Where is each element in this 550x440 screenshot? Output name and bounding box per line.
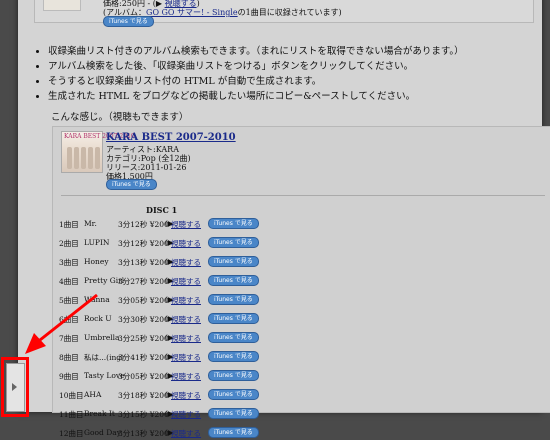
listen-link[interactable]: 視聴する bbox=[171, 371, 201, 382]
itunes-button[interactable]: iTunes で見る bbox=[208, 389, 259, 400]
listen-link[interactable]: 視聴する bbox=[171, 219, 201, 230]
track-title: LUPIN bbox=[84, 238, 110, 247]
cover-figure bbox=[95, 147, 100, 169]
itunes-button[interactable]: iTunes で見る bbox=[208, 294, 259, 305]
track-title: AHA bbox=[84, 390, 102, 399]
itunes-button[interactable]: iTunes で見る bbox=[208, 313, 259, 324]
track-title: Break It bbox=[84, 409, 115, 418]
itunes-button[interactable]: iTunes で見る bbox=[208, 332, 259, 343]
album-card: KARA BEST 2007-2010 KARA BEST 2007-2010 … bbox=[52, 126, 550, 438]
album-title-link[interactable]: KARA BEST 2007-2010 bbox=[106, 132, 236, 143]
disc-label: DISC 1 bbox=[146, 205, 178, 215]
divider bbox=[61, 195, 545, 196]
itunes-button[interactable]: iTunes で見る bbox=[208, 218, 259, 229]
cover-figure bbox=[81, 147, 86, 169]
track-title: Umbrella bbox=[84, 333, 120, 342]
album-cover[interactable]: KARA BEST 2007-2010 bbox=[61, 131, 135, 173]
itunes-button[interactable]: iTunes で見る bbox=[208, 351, 259, 362]
track-number: 12曲目 bbox=[59, 429, 84, 438]
feature-item: 収録楽曲リスト付きのアルバム検索もできます。（まれにリストを取得できない場合があ… bbox=[48, 44, 464, 59]
track-number: 8曲目 bbox=[59, 353, 79, 362]
listen-link[interactable]: 視聴する bbox=[171, 352, 201, 363]
itunes-button[interactable]: iTunes で見る bbox=[208, 275, 259, 286]
feature-item: 生成された HTML をブログなどの掲載したい場所にコピー&ペーストしてください… bbox=[48, 89, 464, 104]
itunes-button[interactable]: iTunes で見る bbox=[208, 370, 259, 381]
track-number: 6曲目 bbox=[59, 315, 79, 324]
listen-link[interactable]: 視聴する bbox=[171, 428, 201, 439]
track-title: Mr. bbox=[84, 219, 97, 228]
track-number: 9曲目 bbox=[59, 372, 79, 381]
sample-label: こんな感じ。（視聴もできます） bbox=[51, 112, 189, 123]
itunes-button[interactable]: iTunes で見る bbox=[208, 256, 259, 267]
track-number: 2曲目 bbox=[59, 239, 79, 248]
track-number: 11曲目 bbox=[59, 410, 84, 419]
feature-list: 収録楽曲リスト付きのアルバム検索もできます。（まれにリストを取得できない場合があ… bbox=[32, 44, 464, 104]
feature-item: アルバム検索をした後、「収録楽曲リストをつける」ボタンをクリックしてください。 bbox=[48, 59, 464, 74]
track-number: 3曲目 bbox=[59, 258, 79, 267]
itunes-button[interactable]: iTunes で見る bbox=[208, 427, 259, 438]
sidebar-toggle-handle[interactable] bbox=[6, 363, 25, 412]
listen-link[interactable]: 視聴する bbox=[171, 257, 201, 268]
track-title: Good Day bbox=[84, 428, 121, 437]
track-number: 1曲目 bbox=[59, 220, 79, 229]
track-number: 10曲目 bbox=[59, 391, 84, 400]
itunes-button[interactable]: iTunes で見る bbox=[106, 179, 157, 190]
listen-link[interactable]: 視聴する bbox=[171, 238, 201, 249]
listen-link[interactable]: 視聴する bbox=[171, 295, 201, 306]
track-number: 5曲目 bbox=[59, 296, 79, 305]
previous-result-item: 価格:250円 - (▶ 視聴する) (アルバム：GO GO サマー! - Si… bbox=[34, 0, 534, 27]
cover-figure bbox=[67, 147, 72, 169]
web-page: 価格:250円 - (▶ 視聴する) (アルバム：GO GO サマー! - Si… bbox=[18, 0, 550, 438]
itunes-button[interactable]: iTunes で見る bbox=[208, 408, 259, 419]
cover-figure bbox=[88, 147, 93, 169]
track-title: Honey bbox=[84, 257, 109, 266]
feature-item: そうすると収録楽曲リスト付の HTML が自動で生成されます。 bbox=[48, 74, 464, 89]
itunes-button[interactable]: iTunes で見る bbox=[208, 237, 259, 248]
itunes-button[interactable]: iTunes で見る bbox=[103, 16, 154, 27]
listen-link[interactable]: 視聴する bbox=[171, 333, 201, 344]
track-title: Rock U bbox=[84, 314, 112, 323]
previous-album-cover bbox=[43, 0, 81, 11]
track-number: 4曲目 bbox=[59, 277, 79, 286]
listen-link[interactable]: 視聴する bbox=[171, 409, 201, 420]
listen-link[interactable]: 視聴する bbox=[171, 276, 201, 287]
listen-link[interactable]: 視聴する bbox=[171, 314, 201, 325]
track-number: 7曲目 bbox=[59, 334, 79, 343]
track-title: Wanna bbox=[84, 295, 110, 304]
cover-figure bbox=[74, 147, 79, 169]
chevron-right-icon bbox=[12, 383, 17, 391]
listen-link[interactable]: 視聴する bbox=[171, 390, 201, 401]
album-link[interactable]: GO GO サマー! - Single bbox=[146, 8, 238, 17]
